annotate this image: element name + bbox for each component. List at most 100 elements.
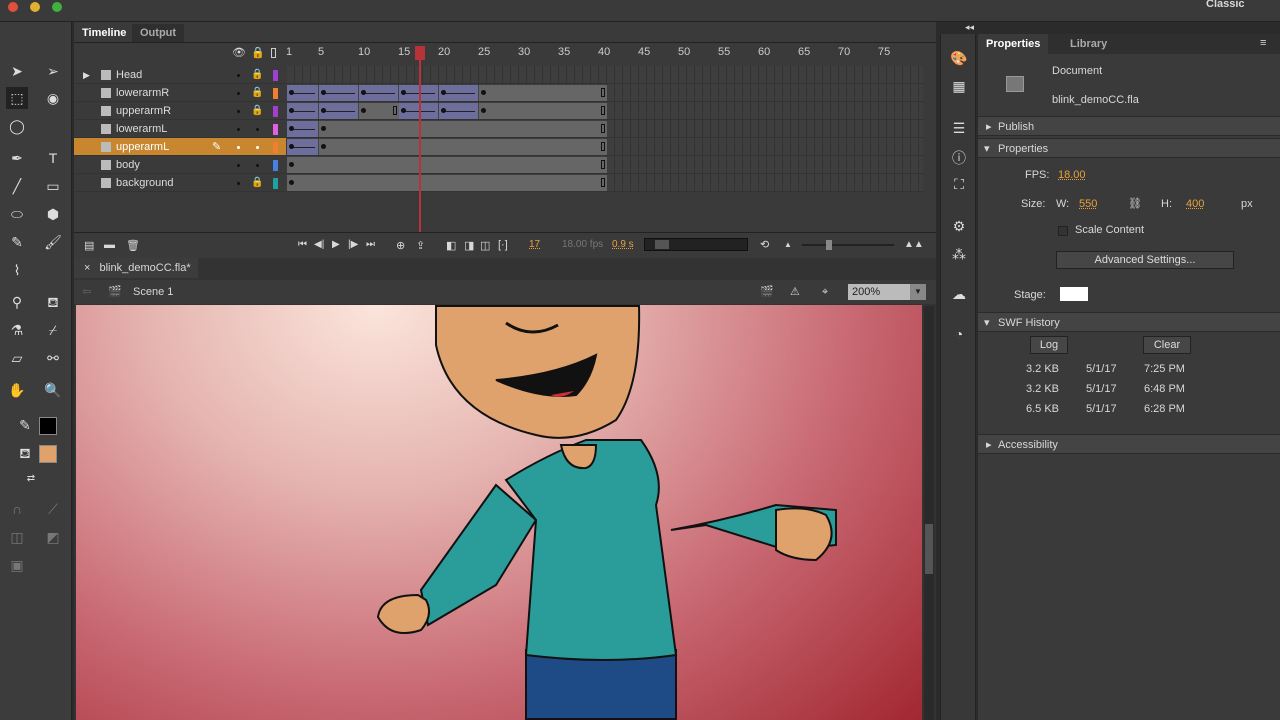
link-dimensions-icon[interactable]: ⛓ — [1128, 197, 1142, 210]
visibility-toggle[interactable] — [237, 92, 240, 95]
panel-menu-icon[interactable]: ≡ — [1260, 37, 1266, 49]
lock-toggle[interactable] — [256, 164, 259, 167]
delete-layer-icon[interactable]: 🗑 — [126, 239, 140, 252]
keyframe[interactable] — [289, 180, 294, 185]
new-folder-icon[interactable]: ▬ — [104, 239, 115, 251]
visibility-toggle[interactable] — [237, 128, 240, 131]
stage-canvas[interactable] — [76, 305, 922, 720]
frame-row[interactable] — [287, 138, 923, 156]
object-drawing-icon[interactable]: ▣ — [6, 554, 28, 576]
height-value[interactable]: 400 — [1186, 198, 1204, 210]
keyframe[interactable] — [401, 90, 406, 95]
loop-icon[interactable]: ⇪ — [416, 239, 425, 252]
align-icon[interactable]: ☰ — [950, 120, 968, 138]
snap-to-objects-icon[interactable]: ∩ — [6, 498, 28, 520]
visibility-toggle[interactable] — [237, 182, 240, 185]
info-icon[interactable]: ⓘ — [950, 148, 968, 166]
keyframe[interactable] — [289, 144, 294, 149]
last-frame-button[interactable]: ⏭ — [366, 239, 375, 250]
layer-name[interactable]: lowerarmL — [116, 120, 167, 138]
expand-arrow-icon[interactable]: ▶ — [83, 66, 90, 84]
text-tool-icon[interactable]: T — [42, 147, 64, 169]
stage-vertical-scrollbar[interactable] — [924, 306, 934, 720]
current-frame[interactable]: 17 — [529, 239, 540, 250]
pencil-tool-icon[interactable]: ✎ — [6, 231, 28, 253]
keyframe[interactable] — [441, 90, 446, 95]
fps-value[interactable]: 18.00 — [1058, 169, 1086, 181]
pen-tool-icon[interactable]: ✒ — [6, 147, 28, 169]
layer-color-swatch[interactable] — [273, 88, 278, 99]
rectangle-tool-icon[interactable]: ▭ — [42, 175, 64, 197]
tab-properties[interactable]: Properties — [978, 34, 1049, 54]
accessibility-section[interactable]: ▸ Accessibility — [978, 434, 1280, 454]
lock-icon[interactable]: 🔒 — [251, 84, 263, 102]
fill-color-swatch[interactable] — [39, 445, 57, 463]
zoom-tool-icon[interactable]: 🔍 — [42, 379, 64, 401]
hand-tool-icon[interactable]: ✋ — [6, 379, 28, 401]
fill-color-icon[interactable]: ⛾ — [14, 442, 36, 464]
layer-color-swatch[interactable] — [273, 178, 278, 189]
keyframe[interactable] — [321, 108, 326, 113]
layer-row[interactable]: body — [74, 156, 286, 174]
keyframe[interactable] — [289, 126, 294, 131]
tab-timeline[interactable]: Timeline — [74, 24, 135, 42]
step-forward-button[interactable]: |▶ — [348, 239, 358, 250]
motion-presets-icon[interactable]: ⁂ — [950, 246, 968, 264]
keyframe[interactable] — [289, 108, 294, 113]
layer-name[interactable]: Head — [116, 66, 142, 84]
swatches-icon[interactable]: ▦ — [950, 78, 968, 96]
span-end[interactable] — [393, 106, 397, 115]
layer-name[interactable]: upperarmL — [116, 138, 169, 156]
zoom-out-timeline-icon[interactable]: ▲ — [784, 240, 792, 249]
layer-color-swatch[interactable] — [273, 142, 278, 153]
keyframe[interactable] — [321, 126, 326, 131]
oval-tool-icon[interactable]: ⬭ — [6, 203, 28, 225]
timeline-scrollbar[interactable] — [644, 238, 748, 251]
keyframe[interactable] — [481, 108, 486, 113]
lock-all-icon[interactable]: 🔒 — [251, 46, 265, 59]
lock-icon[interactable]: 🔒 — [251, 66, 263, 84]
layer-name[interactable]: background — [116, 174, 174, 192]
code-snippets-icon[interactable]: ◔ — [950, 326, 968, 344]
layer-row[interactable]: background 🔒 — [74, 174, 286, 192]
elapsed-time[interactable]: 0.9 s — [612, 239, 634, 250]
properties-section[interactable]: ▾ Properties — [978, 138, 1280, 158]
timeline-zoom-slider[interactable] — [802, 240, 894, 250]
clear-button[interactable]: Clear — [1143, 336, 1191, 354]
transform-icon[interactable]: ⛶ — [950, 176, 968, 194]
cc-libraries-icon[interactable]: ☁ — [950, 286, 968, 304]
ink-bottle-icon[interactable]: ⚗ — [6, 319, 28, 341]
lasso-tool-icon[interactable]: ◯ — [6, 115, 28, 137]
layer-color-swatch[interactable] — [273, 70, 278, 81]
keyframe[interactable] — [361, 90, 366, 95]
span-end[interactable] — [601, 142, 605, 151]
layer-row[interactable]: upperarmR 🔒 — [74, 102, 286, 120]
onion-skin-icon[interactable]: ◧ — [446, 239, 456, 252]
lock-toggle[interactable] — [256, 146, 259, 149]
playhead[interactable] — [419, 46, 421, 232]
keyframe[interactable] — [289, 90, 294, 95]
document-tab[interactable]: blink_demoCC.fla* — [100, 262, 191, 274]
stroke-color-swatch[interactable] — [39, 417, 57, 435]
width-value[interactable]: 550 — [1079, 198, 1097, 210]
frame-row[interactable] — [287, 102, 923, 120]
subselection-tool-icon[interactable]: ➢ — [42, 60, 64, 82]
smooth-icon[interactable]: ⟋ — [42, 498, 64, 520]
optimize-icon[interactable]: ◩ — [42, 526, 64, 548]
frame-row[interactable] — [287, 156, 923, 174]
step-back-button[interactable]: ◀| — [314, 239, 324, 250]
layer-row[interactable]: lowerarmR 🔒 — [74, 84, 286, 102]
edit-multiple-frames-icon[interactable]: ◫ — [480, 239, 490, 252]
stage-color-swatch[interactable] — [1060, 287, 1088, 301]
maximize-window-button[interactable] — [52, 2, 62, 12]
visibility-toggle[interactable] — [237, 164, 240, 167]
eraser-tool-icon[interactable]: ▱ — [6, 347, 28, 369]
keyframe[interactable] — [441, 108, 446, 113]
play-button[interactable]: ▶ — [332, 239, 340, 250]
eyedropper-icon[interactable]: ⌿ — [42, 319, 64, 341]
swf-history-section[interactable]: ▾ SWF History — [978, 312, 1280, 332]
close-tab-icon[interactable]: × — [84, 262, 90, 274]
zoom-in-timeline-icon[interactable]: ▲▲ — [904, 239, 924, 250]
frame-row[interactable] — [287, 66, 923, 84]
loop-playback-icon[interactable]: ⟲ — [760, 238, 769, 251]
